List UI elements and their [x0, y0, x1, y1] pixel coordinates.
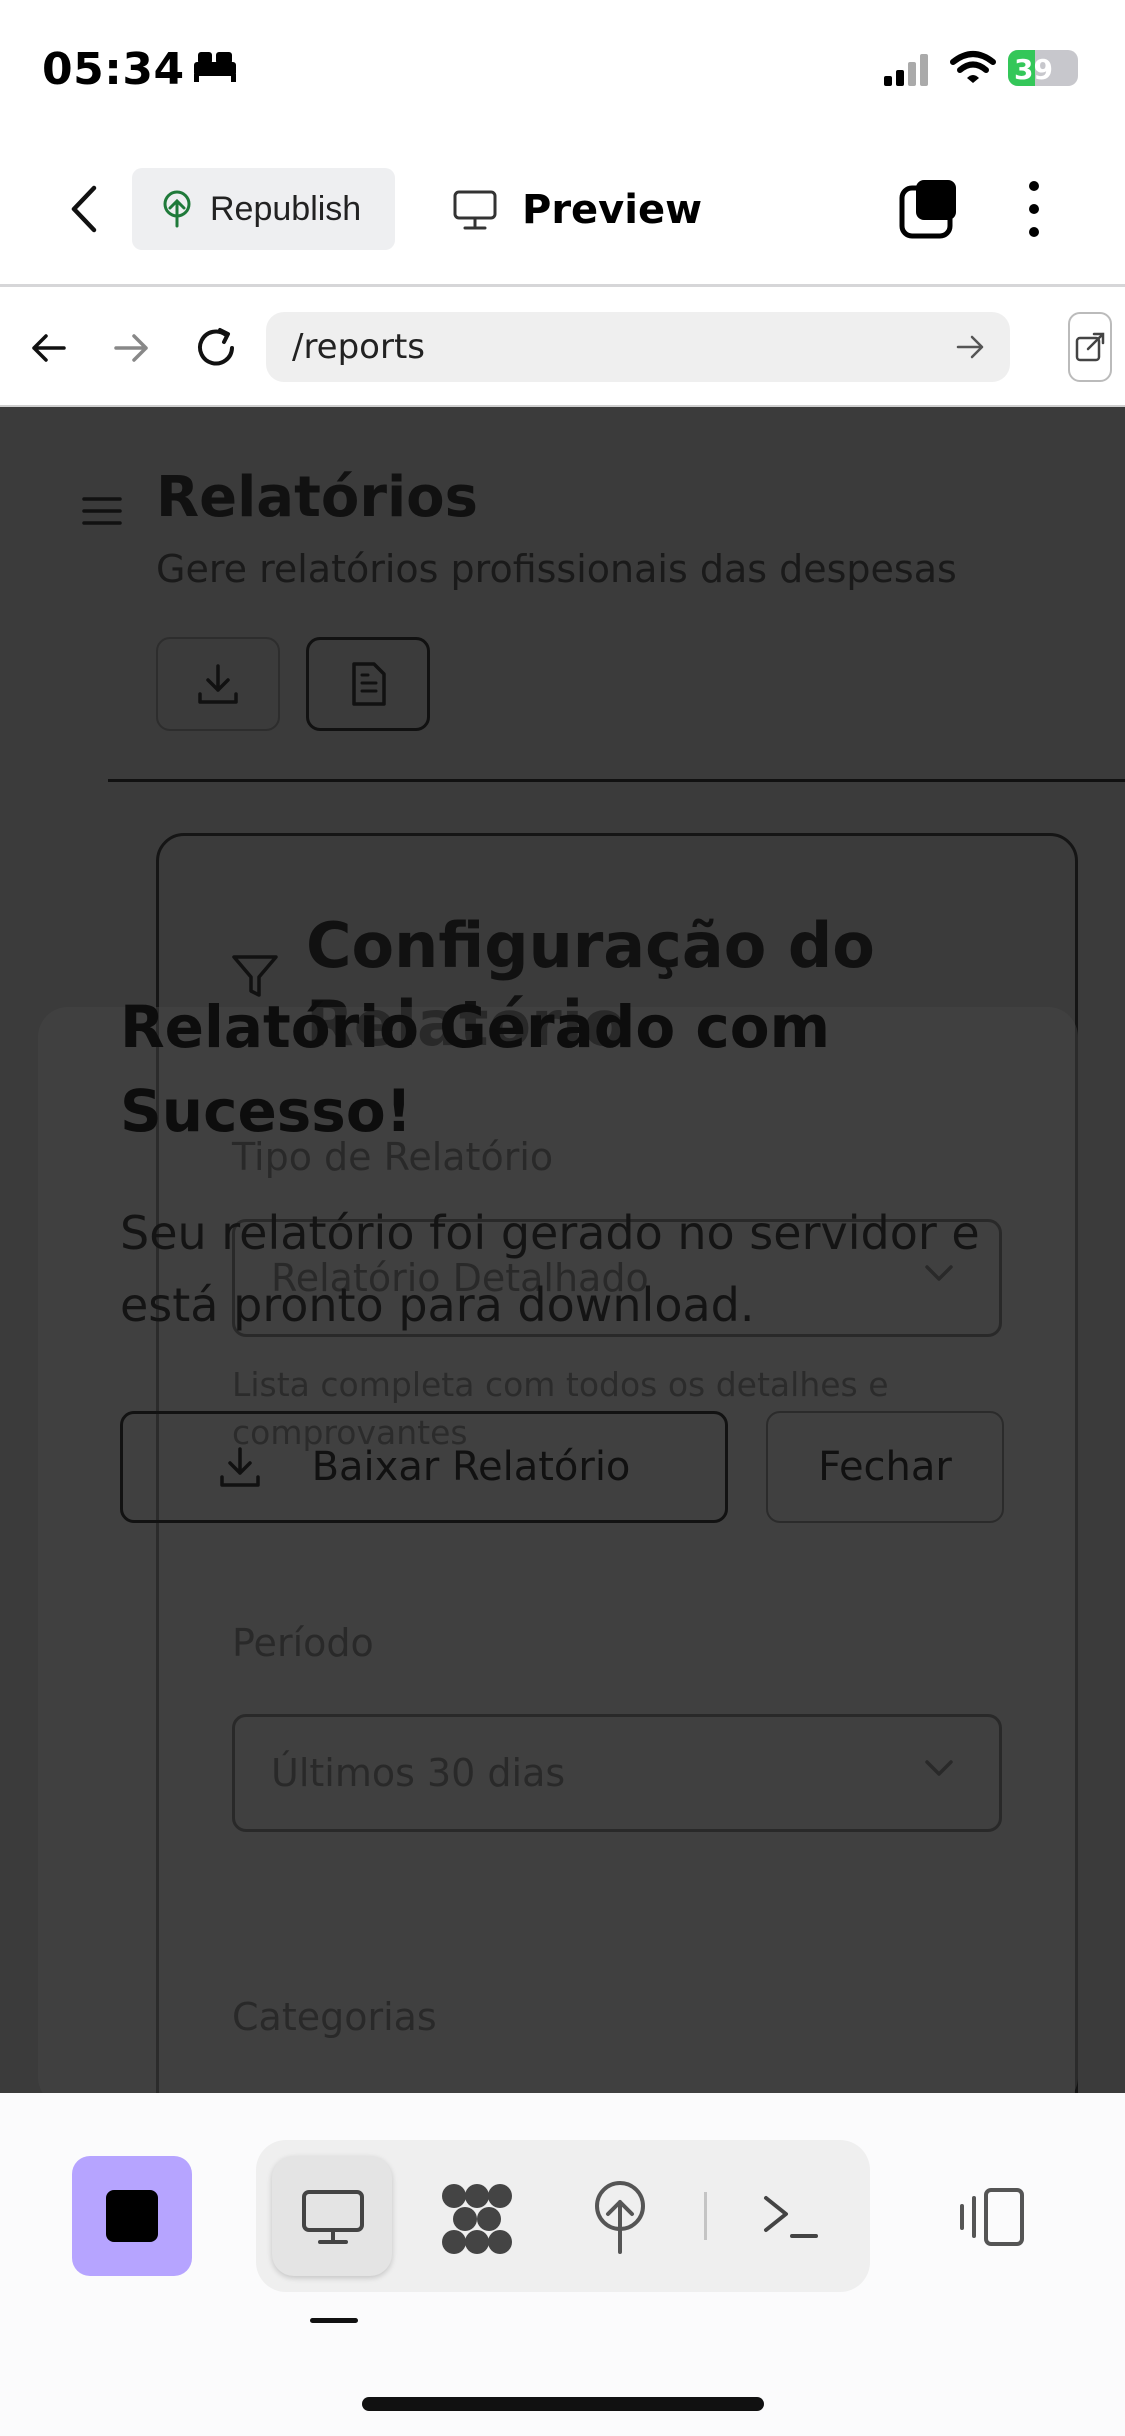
tool-separator	[704, 2192, 707, 2240]
web-content-overlay: Relatórios Gere relatórios profissionais…	[0, 407, 1125, 2093]
monitor-icon	[302, 2190, 364, 2244]
sleep-focus-icon	[194, 52, 236, 82]
republish-button[interactable]: Republish	[132, 168, 395, 250]
open-external-icon	[1075, 332, 1105, 362]
home-indicator	[362, 2397, 764, 2411]
download-icon	[219, 1447, 260, 1487]
status-time: 05:34	[42, 44, 185, 95]
active-tool-indicator	[310, 2318, 358, 2323]
open-external-button[interactable]	[1068, 312, 1112, 382]
header-divider	[0, 284, 1125, 287]
battery-level: 39	[1014, 53, 1053, 86]
download-label: Baixar Relatório	[311, 1444, 631, 1490]
terminal-icon[interactable]	[762, 2192, 820, 2242]
preview-button[interactable]: Preview	[452, 180, 702, 240]
success-toast	[38, 1007, 1078, 2093]
section-divider	[108, 779, 1125, 782]
url-text: /reports	[292, 327, 426, 367]
browser-back-icon[interactable]	[28, 328, 68, 368]
menu-icon[interactable]	[82, 495, 122, 527]
republish-icon	[163, 190, 191, 228]
download-icon	[198, 664, 238, 704]
browser-forward-icon[interactable]	[112, 328, 152, 368]
toast-title: Relatório Gerado com Sucesso!	[120, 993, 831, 1145]
back-chevron-icon[interactable]	[66, 184, 102, 234]
layout-toggle-icon[interactable]	[958, 2186, 1028, 2248]
republish-label: Republish	[210, 189, 362, 228]
workflow-icon[interactable]	[440, 2182, 514, 2256]
deploy-icon[interactable]	[592, 2180, 648, 2254]
tabs-icon[interactable]	[898, 178, 960, 240]
stop-button[interactable]	[72, 2156, 192, 2276]
download-report-toast-button[interactable]: Baixar Relatório	[120, 1411, 728, 1523]
more-options-icon[interactable]	[1024, 178, 1044, 240]
close-toast-button[interactable]: Fechar	[766, 1411, 1004, 1523]
toast-description: Seu relatório foi gerado no servidor e e…	[120, 1206, 980, 1332]
page-title: Relatórios	[156, 465, 478, 530]
monitor-icon	[453, 190, 497, 230]
close-label: Fechar	[818, 1444, 952, 1490]
url-input[interactable]: /reports	[266, 312, 1010, 382]
stop-icon	[106, 2190, 158, 2242]
wifi-icon	[950, 51, 996, 83]
document-icon	[352, 662, 386, 706]
download-report-button[interactable]	[156, 637, 280, 731]
reload-icon[interactable]	[192, 324, 240, 372]
battery-icon: 39	[1008, 50, 1078, 86]
go-arrow-icon[interactable]	[956, 334, 986, 360]
cellular-signal-icon	[884, 54, 928, 86]
document-report-button[interactable]	[306, 637, 430, 731]
preview-label: Preview	[522, 187, 703, 233]
page-subtitle: Gere relatórios profissionais das despes…	[156, 547, 957, 591]
